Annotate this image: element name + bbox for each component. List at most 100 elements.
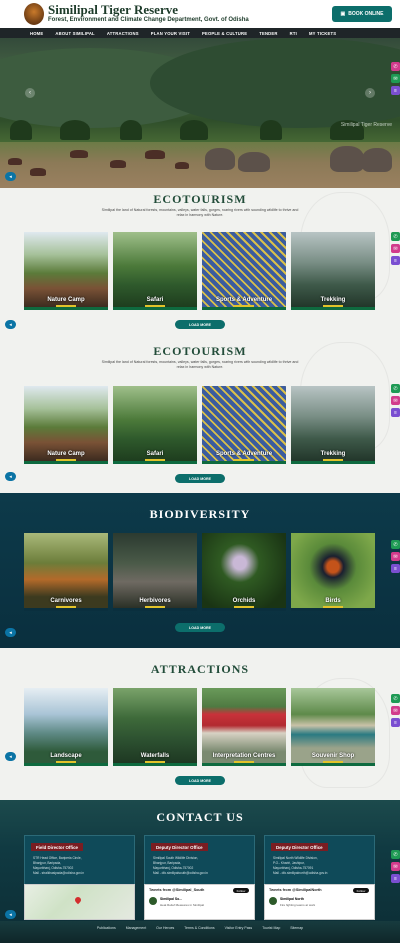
chat-icon[interactable]: ≡ [391, 718, 400, 727]
footer-link-heroes[interactable]: Our Heroes [156, 926, 174, 930]
mail-icon[interactable]: ✉ [391, 396, 400, 405]
follow-button[interactable]: Follow [233, 888, 249, 893]
phone-icon[interactable]: ✆ [391, 384, 400, 393]
chat-icon[interactable]: ≡ [391, 564, 400, 573]
nav-tender[interactable]: TENDER [259, 31, 277, 36]
elephant-shape [362, 148, 392, 172]
phone-icon[interactable]: ✆ [391, 62, 400, 71]
card-souvenir-shop[interactable]: Souvenir Shop [291, 688, 375, 766]
share-icon[interactable]: ◂ [5, 628, 16, 637]
email-link[interactable]: Mail - dfo.similipalsouth@odisha.gov.in [153, 871, 208, 875]
card-sports-adventure[interactable]: Sports & Adventure [202, 386, 286, 464]
deer-shape [8, 158, 22, 165]
card-safari[interactable]: Safari [113, 386, 197, 464]
tiger-logo-icon[interactable] [24, 3, 44, 25]
footer-link-publications[interactable]: Publications [97, 926, 116, 930]
trekking-image [291, 232, 375, 307]
card-herbivores[interactable]: Herbivores [113, 533, 197, 611]
nature-camp-image [24, 386, 108, 461]
card-trekking[interactable]: Trekking [291, 386, 375, 464]
card-underline [145, 606, 165, 608]
footer-link-tourist-map[interactable]: Tourist Map [262, 926, 280, 930]
card-waterfalls[interactable]: Waterfalls [113, 688, 197, 766]
nav-attractions[interactable]: ATTRACTIONS [107, 31, 139, 36]
card-label: Orchids [232, 598, 256, 604]
card-landscape[interactable]: Landscape [24, 688, 108, 766]
ecotourism-section: ECOTOURISM Similipal the land of Natural… [0, 338, 400, 493]
nav-home[interactable]: HOME [30, 31, 43, 36]
card-trekking[interactable]: Trekking [291, 232, 375, 310]
address-line: Bhanjpur, Baripada, [33, 861, 61, 865]
mail-icon[interactable]: ✉ [391, 862, 400, 871]
load-more-button[interactable]: LOAD MORE [175, 623, 225, 632]
card-nature-camp[interactable]: Nature Camp [24, 386, 108, 464]
card-sports-adventure[interactable]: Sports & Adventure [202, 232, 286, 310]
phone-icon[interactable]: ✆ [391, 232, 400, 241]
card-interpretation-centres[interactable]: Interpretation Centres [202, 688, 286, 766]
card-label: Sports & Adventure [215, 297, 273, 303]
footer-link-entry-pass[interactable]: Visitor Entry Pass [225, 926, 253, 930]
card-orchids[interactable]: Orchids [202, 533, 286, 611]
nav-my-tickets[interactable]: MY TICKETS [309, 31, 336, 36]
herbivores-image [113, 533, 197, 608]
nav-plan-visit[interactable]: PLAN YOUR VISIT [151, 31, 190, 36]
carnivores-image [24, 533, 108, 608]
sports-adventure-image [202, 386, 286, 461]
follow-button[interactable]: Follow [353, 888, 369, 893]
footer-link-terms[interactable]: Terms & Conditions [184, 926, 214, 930]
phone-icon[interactable]: ✆ [391, 694, 400, 703]
address-line: Mayurbhanj, Odisha-757002 [33, 866, 74, 870]
card-label: Waterfalls [140, 753, 170, 759]
email-link[interactable]: Mail - stralkhasipada@odisha.gov.in [33, 871, 84, 875]
chat-icon[interactable]: ≡ [391, 874, 400, 883]
waterfalls-image [113, 688, 197, 763]
card-underline [234, 761, 254, 763]
deer-shape [175, 162, 189, 169]
share-icon[interactable]: ◂ [5, 472, 16, 481]
whatsapp-icon[interactable]: ✉ [391, 74, 400, 83]
book-online-button[interactable]: ▣ BOOK ONLINE [332, 6, 392, 22]
nav-about[interactable]: ABOUT SIMILIPAL [55, 31, 94, 36]
orchids-image [202, 533, 286, 608]
share-icon[interactable]: ◂ [5, 320, 16, 329]
card-safari[interactable]: Safari [113, 232, 197, 310]
email-link[interactable]: Mail - dfo.similipalnorth@odisha.gov.in [273, 871, 327, 875]
nature-camp-image [24, 232, 108, 307]
footer-link-management[interactable]: Management [126, 926, 146, 930]
chat-icon[interactable]: ≡ [391, 408, 400, 417]
share-icon[interactable]: ◂ [5, 910, 16, 919]
mail-icon[interactable]: ✉ [391, 706, 400, 715]
footer-link-sitemap[interactable]: Sitemap [290, 926, 303, 930]
card-carnivores[interactable]: Carnivores [24, 533, 108, 611]
phone-icon[interactable]: ✆ [391, 850, 400, 859]
carousel-next-icon[interactable]: › [365, 88, 375, 98]
card-underline [145, 459, 165, 461]
tweet-feed-heading: Tweets from @Similipal_South [149, 888, 205, 892]
deer-shape [110, 160, 126, 168]
sports-adventure-image [202, 232, 286, 307]
deer-shape [70, 150, 88, 158]
ecotourism-section: ECOTOURISM Similipal the land of Natural… [0, 188, 400, 338]
hill-shape [150, 38, 400, 128]
site-title[interactable]: Similipal Tiger Reserve [48, 2, 178, 18]
card-label: Sports & Adventure [215, 451, 273, 457]
card-birds[interactable]: Birds [291, 533, 375, 611]
location-map[interactable] [24, 884, 135, 920]
load-more-button[interactable]: LOAD MORE [175, 776, 225, 785]
mail-icon[interactable]: ✉ [391, 244, 400, 253]
carousel-prev-icon[interactable]: ‹ [25, 88, 35, 98]
mail-icon[interactable]: ✉ [391, 552, 400, 561]
phone-icon[interactable]: ✆ [391, 540, 400, 549]
load-more-button[interactable]: LOAD MORE [175, 320, 225, 329]
load-more-button[interactable]: LOAD MORE [175, 474, 225, 483]
chat-icon[interactable]: ≡ [391, 86, 400, 95]
share-icon[interactable]: ◂ [5, 752, 16, 761]
card-nature-camp[interactable]: Nature Camp [24, 232, 108, 310]
nav-rti[interactable]: RTI [290, 31, 297, 36]
avatar [269, 897, 277, 905]
share-icon[interactable]: ◂ [5, 172, 16, 181]
chat-icon[interactable]: ≡ [391, 256, 400, 265]
address-line: Similipal North Wildlife Division, [273, 856, 318, 860]
deer-shape [145, 150, 165, 159]
nav-people-culture[interactable]: PEOPLE & CULTURE [202, 31, 247, 36]
